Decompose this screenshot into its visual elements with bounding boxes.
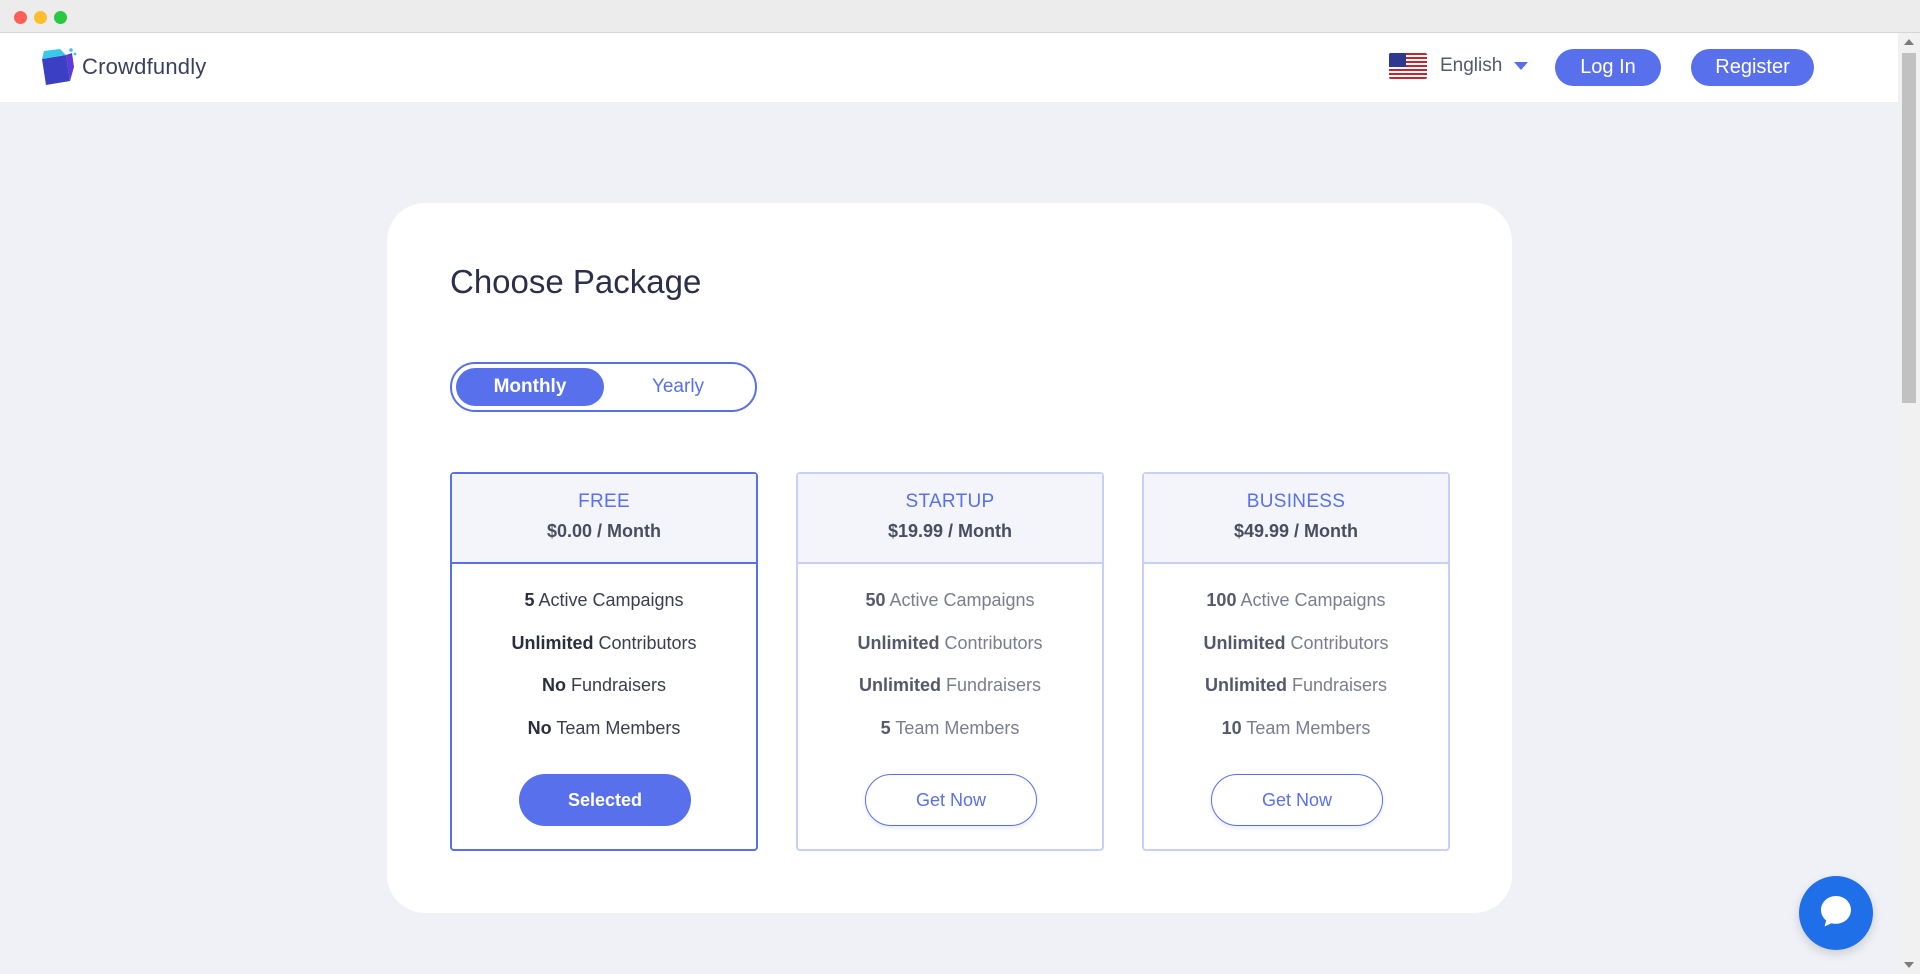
plan-name: STARTUP — [905, 491, 995, 512]
scrollbar-thumb[interactable] — [1902, 53, 1916, 403]
feature-team-members: No Team Members — [527, 717, 681, 738]
package-card: Choose Package Monthly Yearly FREE $0.00… — [387, 203, 1512, 913]
feature-fundraisers: Unlimited Fundraisers — [858, 675, 1042, 695]
login-button[interactable]: Log In — [1555, 49, 1661, 86]
plan-price: $0.00 / Month — [546, 521, 662, 541]
plan-header: STARTUP $19.99 / Month — [798, 474, 1102, 564]
chat-bubble-icon — [1818, 893, 1854, 934]
feature-team-members: 5 Team Members — [880, 717, 1020, 738]
chat-launcher-button[interactable] — [1799, 876, 1873, 950]
scroll-up-icon[interactable] — [1904, 39, 1914, 45]
feature-contributors: Unlimited Contributors — [857, 632, 1043, 653]
minimize-window-button[interactable] — [34, 11, 47, 24]
brand-logo[interactable]: Crowdfundly — [38, 47, 206, 87]
plan-card-startup: STARTUP $19.99 / Month 50 Active Campaig… — [796, 472, 1104, 851]
maximize-window-button[interactable] — [54, 11, 67, 24]
plan-features: 100 Active Campaigns Unlimited Contribut… — [1144, 564, 1448, 758]
toggle-yearly[interactable]: Yearly — [604, 368, 752, 406]
feature-contributors: Unlimited Contributors — [1203, 632, 1389, 653]
plan-name: BUSINESS — [1246, 491, 1346, 512]
plan-features: 5 Active Campaigns Unlimited Contributor… — [452, 564, 756, 758]
feature-fundraisers: Unlimited Fundraisers — [1204, 675, 1388, 695]
feature-campaigns: 50 Active Campaigns — [865, 590, 1035, 610]
feature-fundraisers: No Fundraisers — [541, 675, 667, 695]
plan-card-business: BUSINESS $49.99 / Month 100 Active Campa… — [1142, 472, 1450, 851]
site-header: Crowdfundly English Log In Register — [0, 33, 1898, 102]
plan-features: 50 Active Campaigns Unlimited Contributo… — [798, 564, 1102, 758]
scroll-down-icon[interactable] — [1904, 962, 1914, 968]
page-title: Choose Package — [450, 263, 702, 300]
get-now-button[interactable]: Get Now — [865, 774, 1037, 826]
close-window-button[interactable] — [14, 11, 27, 24]
language-selector[interactable]: English — [1389, 53, 1529, 79]
us-flag-icon — [1389, 53, 1427, 79]
plan-name: FREE — [578, 491, 630, 512]
plan-header: FREE $0.00 / Month — [452, 474, 756, 564]
get-now-button[interactable]: Get Now — [1211, 774, 1383, 826]
feature-contributors: Unlimited Contributors — [511, 632, 697, 653]
plan-price: $19.99 / Month — [887, 521, 1013, 541]
billing-period-toggle: Monthly Yearly — [450, 362, 757, 412]
feature-team-members: 10 Team Members — [1221, 717, 1371, 738]
crowdfundly-logo-icon — [38, 47, 78, 87]
page-scrollbar[interactable] — [1898, 33, 1920, 974]
toggle-monthly[interactable]: Monthly — [456, 368, 604, 406]
plan-card-free: FREE $0.00 / Month 5 Active Campaigns Un… — [450, 472, 758, 851]
plan-header: BUSINESS $49.99 / Month — [1144, 474, 1448, 564]
feature-campaigns: 100 Active Campaigns — [1206, 590, 1386, 610]
selected-button[interactable]: Selected — [519, 774, 691, 826]
chevron-down-icon — [1514, 62, 1529, 70]
register-button[interactable]: Register — [1691, 49, 1814, 86]
language-label: English — [1440, 55, 1503, 76]
feature-campaigns: 5 Active Campaigns — [524, 590, 684, 610]
brand-name: Crowdfundly — [82, 54, 207, 79]
window-titlebar — [0, 0, 1920, 33]
plan-price: $49.99 / Month — [1233, 521, 1359, 541]
